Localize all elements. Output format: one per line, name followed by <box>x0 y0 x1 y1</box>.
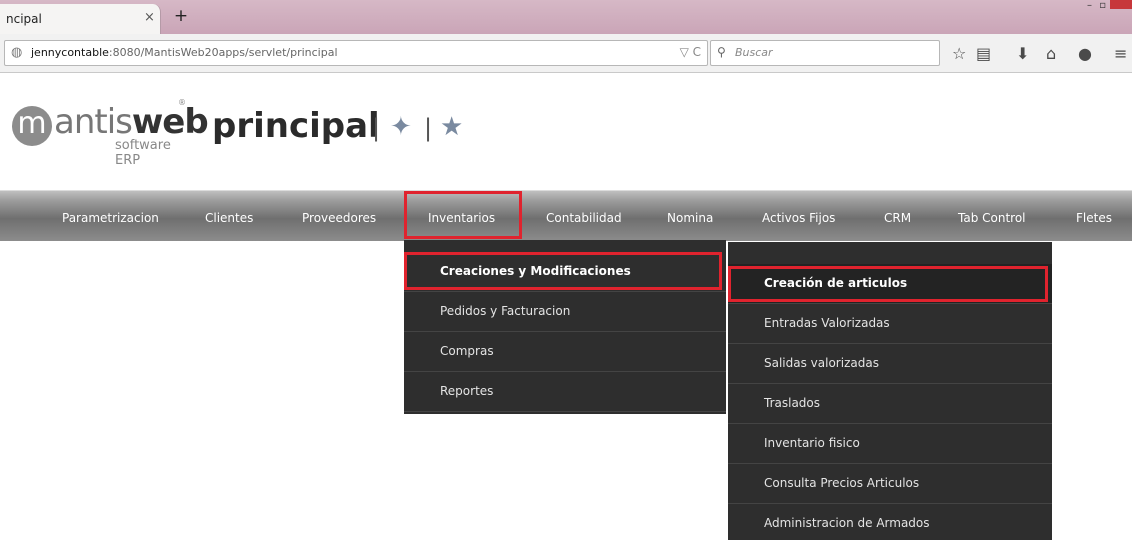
url-text: jennycontable:8080/MantisWeb20apps/servl… <box>31 46 338 59</box>
logo-subtitle: software ERP <box>115 138 171 168</box>
download-icon[interactable]: ⬇ <box>1016 44 1029 63</box>
submenu-item-label: Compras <box>440 344 494 358</box>
menu-item-parametrizacion[interactable]: Parametrizacion <box>62 211 159 225</box>
subsubmenu-item-entradas[interactable]: Entradas Valorizadas <box>728 304 1052 344</box>
browser-nav-bar: ◍ jennycontable:8080/MantisWeb20apps/ser… <box>0 34 1132 73</box>
subsubmenu-item-consulta-precios[interactable]: Consulta Precios Articulos <box>728 464 1052 504</box>
favorites-icon[interactable]: ★ <box>440 112 463 142</box>
logo-wordmark: antisweb <box>54 102 209 142</box>
subsubmenu-item-label: Salidas valorizadas <box>764 356 879 370</box>
reading-list-icon[interactable]: ▤ <box>976 44 991 63</box>
close-tab-icon[interactable]: × <box>144 10 155 25</box>
home-icon[interactable]: ⌂ <box>1046 44 1056 63</box>
menu-item-proveedores[interactable]: Proveedores <box>302 211 376 225</box>
submenu-item-pedidos[interactable]: Pedidos y Facturacion <box>404 292 726 332</box>
subsubmenu-item-label: Entradas Valorizadas <box>764 316 890 330</box>
subsubmenu-item-traslados[interactable]: Traslados <box>728 384 1052 424</box>
menu-item-contabilidad[interactable]: Contabilidad <box>546 211 622 225</box>
search-box[interactable]: ⚲ Buscar <box>710 40 940 66</box>
menu-item-tab-control[interactable]: Tab Control <box>958 211 1026 225</box>
page-title: principal <box>212 106 380 146</box>
chat-icon[interactable]: ● <box>1078 44 1092 63</box>
menu-item-nomina[interactable]: Nomina <box>667 211 713 225</box>
menu-item-activos-fijos[interactable]: Activos Fijos <box>762 211 835 225</box>
new-tab-button[interactable]: + <box>168 4 194 28</box>
main-menu-bar: Parametrizacion Clientes Proveedores Inv… <box>0 190 1132 241</box>
submenu-item-label: Pedidos y Facturacion <box>440 304 571 318</box>
subsubmenu-item-armados[interactable]: Administracion de Armados <box>728 504 1052 544</box>
subsubmenu-item-salidas[interactable]: Salidas valorizadas <box>728 344 1052 384</box>
minimize-icon[interactable]: – <box>1087 0 1092 11</box>
menu-item-fletes[interactable]: Fletes <box>1076 211 1112 225</box>
browser-tab[interactable]: ncipal × <box>0 4 161 34</box>
menu-item-crm[interactable]: CRM <box>884 211 911 225</box>
search-icon: ⚲ <box>717 45 726 59</box>
submenu-item-compras[interactable]: Compras <box>404 332 726 372</box>
subsubmenu-item-inventario-fisico[interactable]: Inventario fisico <box>728 424 1052 464</box>
highlight-inventarios <box>404 191 522 239</box>
close-window-icon[interactable] <box>1110 0 1132 9</box>
menu-icon[interactable]: ≡ <box>1114 44 1127 63</box>
url-bar[interactable]: ◍ jennycontable:8080/MantisWeb20apps/ser… <box>4 40 708 66</box>
logo-registered-mark: ® <box>178 98 186 107</box>
search-input[interactable]: Buscar <box>735 46 773 59</box>
tab-title: ncipal <box>6 12 42 26</box>
subsubmenu-item-label: Inventario fisico <box>764 436 860 450</box>
subsubmenu-item-label: Traslados <box>764 396 821 410</box>
logo: m antisweb ® software ERP <box>0 84 209 168</box>
menu-item-clientes[interactable]: Clientes <box>205 211 253 225</box>
submenu-item-label: Reportes <box>440 384 494 398</box>
title-separator: | <box>424 114 433 142</box>
logo-mark: m <box>12 106 52 146</box>
submenu-item-reportes[interactable]: Reportes <box>404 372 726 412</box>
title-separator: | <box>372 114 381 142</box>
subsubmenu-item-label: Administracion de Armados <box>764 516 930 530</box>
maximize-icon[interactable]: ▫ <box>1099 0 1106 11</box>
star-icon[interactable]: ☆ <box>952 44 966 63</box>
highlight-creaciones <box>404 252 722 290</box>
highlight-creacion-articulos <box>728 266 1048 302</box>
browser-tab-bar: ncipal × + – ▫ <box>0 0 1132 34</box>
reload-icon[interactable]: ▽ C <box>680 45 701 59</box>
add-favorite-icon[interactable]: ✦ <box>390 112 412 142</box>
subsubmenu-item-label: Consulta Precios Articulos <box>764 476 920 490</box>
globe-icon: ◍ <box>11 45 23 60</box>
